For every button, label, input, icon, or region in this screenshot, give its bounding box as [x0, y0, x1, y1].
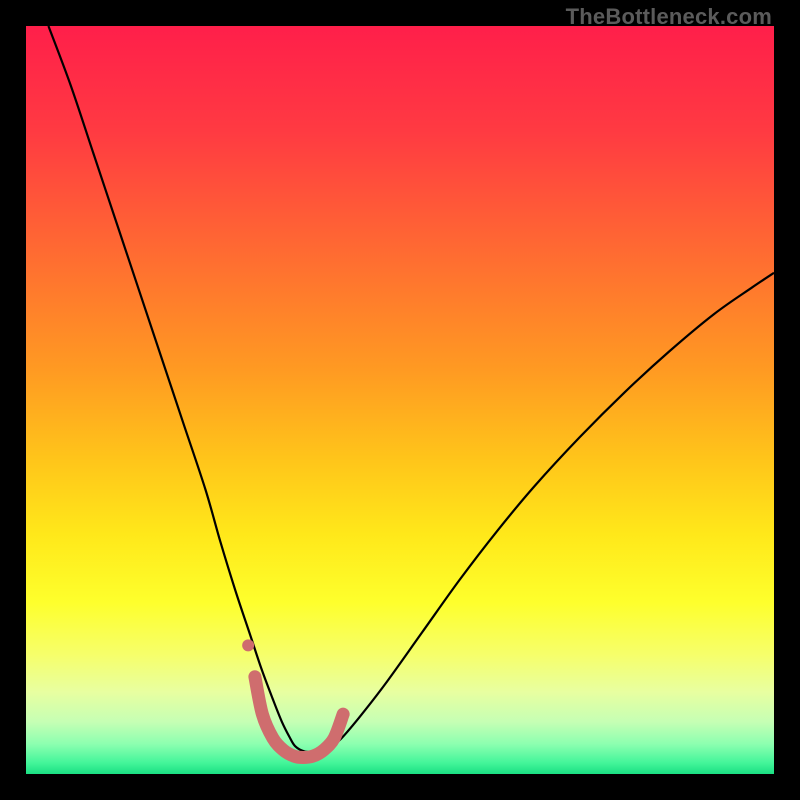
plot-area [26, 26, 774, 774]
watermark-text: TheBottleneck.com [566, 4, 772, 30]
highlight-dot [242, 639, 254, 651]
bottleneck-curve [48, 26, 774, 752]
chart-frame: TheBottleneck.com [0, 0, 800, 800]
curve-layer [26, 26, 774, 774]
